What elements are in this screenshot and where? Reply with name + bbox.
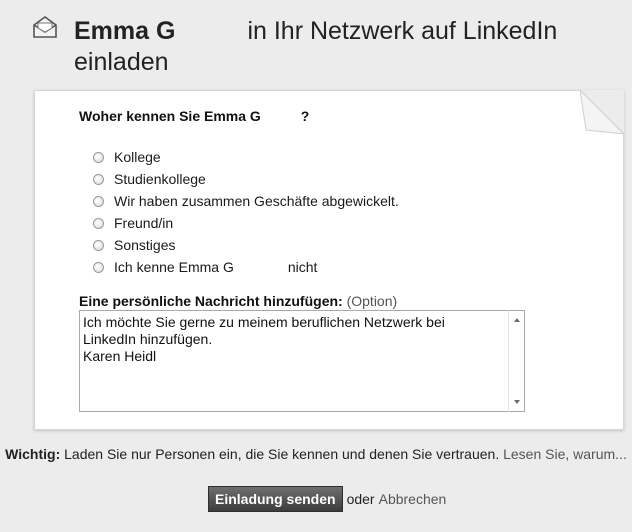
radio-button[interactable]	[93, 195, 104, 207]
option-label: Freund/in	[114, 215, 174, 231]
option-label: Sonstiges	[114, 237, 176, 253]
page-header: Emma G in Ihr Netzwerk auf LinkedIn einla…	[32, 12, 612, 82]
radio-button[interactable]	[93, 261, 104, 273]
option-label: Kollege	[114, 149, 161, 165]
page-title: Emma G in Ihr Netzwerk auf LinkedIn einla…	[74, 16, 614, 78]
radio-button[interactable]	[93, 151, 104, 163]
message-textarea[interactable]: Ich möchte Sie gerne zu meinem beruflich…	[79, 310, 525, 412]
option-kollege[interactable]: Kollege	[93, 146, 399, 168]
option-geschaefte[interactable]: Wir haben zusammen Geschäfte abgewickelt…	[93, 190, 399, 212]
option-label: Studienkollege	[114, 171, 206, 187]
warning-label: Wichtig:	[5, 446, 61, 462]
message-label: Eine persönliche Nachricht hinzufügen: (…	[79, 293, 397, 309]
option-sonstiges[interactable]: Sonstiges	[93, 234, 399, 256]
message-label-text: Eine persönliche Nachricht hinzufügen:	[79, 293, 343, 309]
invite-card: Woher kennen Sie Emma G? Kollege Studien…	[34, 90, 624, 430]
radio-button[interactable]	[93, 217, 104, 229]
cancel-link[interactable]: Abbrechen	[379, 491, 447, 507]
warning-text: Laden Sie nur Personen ein, die Sie kenn…	[64, 446, 500, 462]
relationship-options: Kollege Studienkollege Wir haben zusamme…	[93, 146, 399, 278]
learn-why-link[interactable]: Lesen Sie, warum...	[503, 446, 627, 462]
question-text: Woher kennen Sie Emma G	[79, 108, 261, 124]
title-text: in Ihr Netzwerk auf LinkedIn	[247, 17, 558, 45]
option-label-suffix: nicht	[287, 259, 318, 275]
envelope-icon	[33, 16, 57, 38]
invitee-name: Emma G	[74, 17, 176, 45]
option-freund[interactable]: Freund/in	[93, 212, 399, 234]
send-invitation-button[interactable]: Einladung senden	[208, 486, 343, 512]
option-kenne-nicht[interactable]: Ich kenne Emma G nicht	[93, 256, 399, 278]
option-label: Ich kenne Emma G	[114, 259, 234, 275]
trust-warning: Wichtig: Laden Sie nur Personen ein, die…	[0, 446, 632, 463]
title-line2: einladen	[74, 48, 169, 76]
option-label: Wir haben zusammen Geschäfte abgewickelt…	[114, 193, 399, 209]
or-text: oder	[346, 491, 375, 507]
optional-hint: (Option)	[346, 293, 398, 309]
relationship-question: Woher kennen Sie Emma G?	[79, 108, 309, 124]
option-studienkollege[interactable]: Studienkollege	[93, 168, 399, 190]
question-mark: ?	[300, 108, 310, 124]
radio-button[interactable]	[93, 173, 104, 185]
page-curl-icon	[580, 90, 624, 134]
form-actions: Einladung senden oder Abbrechen	[208, 486, 446, 512]
radio-button[interactable]	[93, 239, 104, 251]
